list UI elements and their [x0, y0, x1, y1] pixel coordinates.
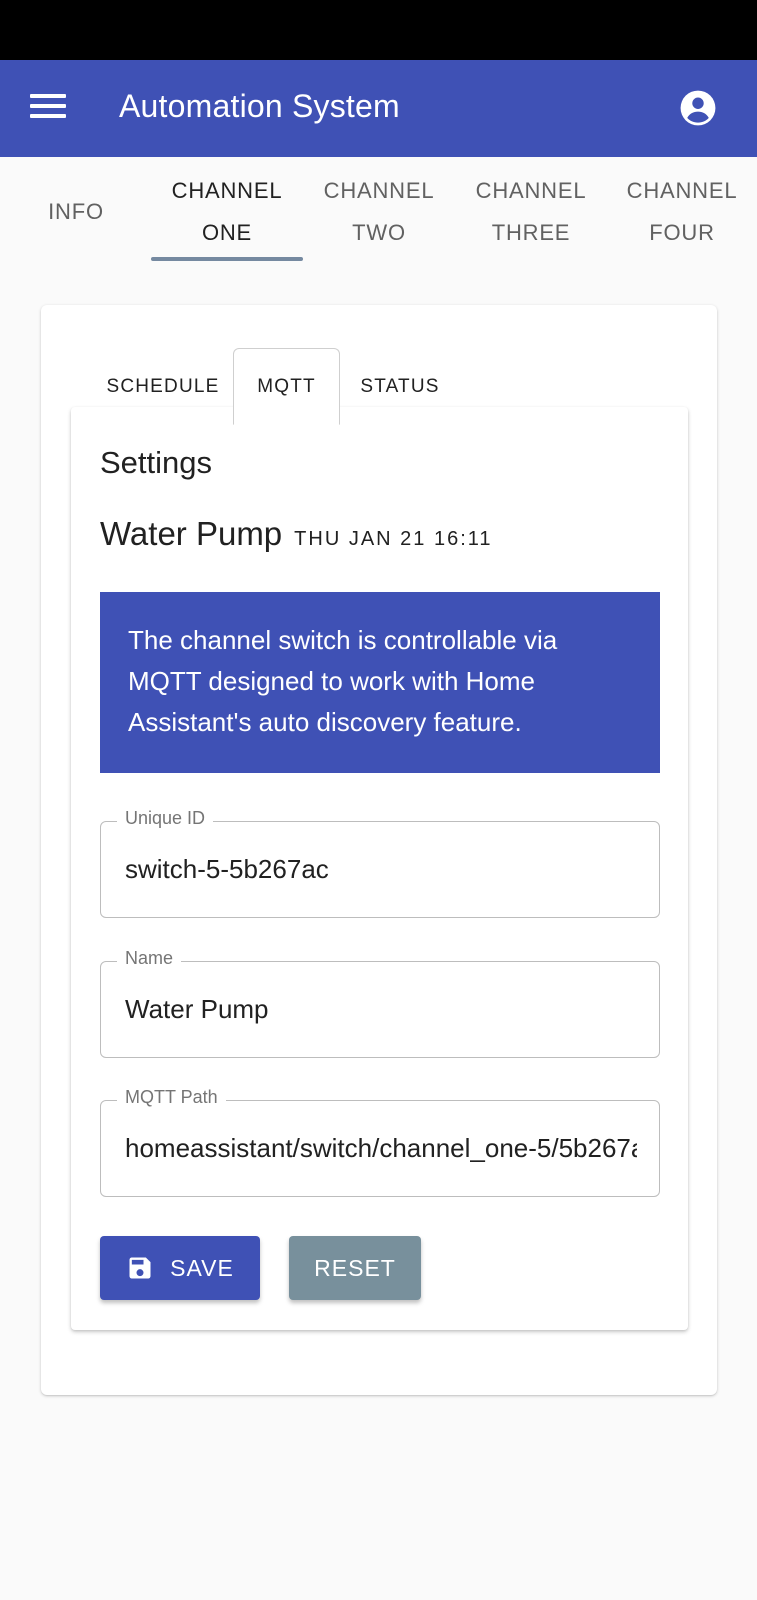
unique-id-field: Unique ID: [100, 808, 660, 918]
mqtt-path-field: MQTT Path: [100, 1087, 660, 1197]
mqtt-settings-card: Settings Water Pump THU JAN 21 16:11 The…: [71, 407, 688, 1330]
name-field: Name: [100, 948, 660, 1058]
tab-channel-four[interactable]: CHANNEL FOUR: [606, 157, 757, 267]
channel-card: SCHEDULE MQTT STATUS Settings Water Pump…: [41, 305, 717, 1395]
tab-label: ONE: [201, 220, 253, 245]
tab-info[interactable]: INFO: [0, 157, 152, 267]
floppy-disk-icon: [129, 1257, 151, 1279]
settings-title: Settings: [100, 445, 213, 480]
tab-label: CHANNEL: [323, 178, 435, 203]
active-tab-indicator: [151, 257, 303, 261]
tab-label: INFO: [48, 199, 104, 224]
device-header: Water Pump THU JAN 21 16:11: [100, 515, 493, 553]
device-name: Water Pump: [100, 515, 283, 552]
reset-button[interactable]: RESET: [289, 1236, 421, 1300]
tab-label: CHANNEL: [626, 178, 738, 203]
save-button-label: SAVE: [170, 1254, 234, 1281]
device-timestamp: THU JAN 21 16:11: [294, 528, 493, 550]
tab-label: THREE: [491, 220, 571, 245]
mqtt-path-input[interactable]: [125, 1101, 637, 1196]
tab-label: CHANNEL: [475, 178, 587, 203]
tab-label: CHANNEL: [171, 178, 283, 203]
menu-icon[interactable]: [30, 94, 66, 122]
tab-channel-one[interactable]: CHANNEL ONE: [151, 157, 303, 267]
channel-tabs: INFO CHANNEL ONE CHANNEL TWO CHANNEL THR…: [0, 157, 757, 267]
tab-label: FOUR: [649, 220, 715, 245]
unique-id-input[interactable]: [125, 822, 637, 917]
name-input[interactable]: [125, 962, 637, 1057]
app-bar: Automation System: [0, 60, 757, 157]
account-circle-icon[interactable]: [679, 89, 717, 127]
tab-mqtt[interactable]: MQTT: [233, 348, 340, 425]
tab-channel-three[interactable]: CHANNEL THREE: [455, 157, 607, 267]
tab-label: TWO: [352, 220, 406, 245]
save-button[interactable]: SAVE: [100, 1236, 260, 1300]
status-bar: [0, 0, 757, 60]
info-banner: The channel switch is controllable via M…: [100, 592, 660, 773]
tab-channel-two[interactable]: CHANNEL TWO: [303, 157, 455, 267]
app-title: Automation System: [119, 88, 400, 124]
